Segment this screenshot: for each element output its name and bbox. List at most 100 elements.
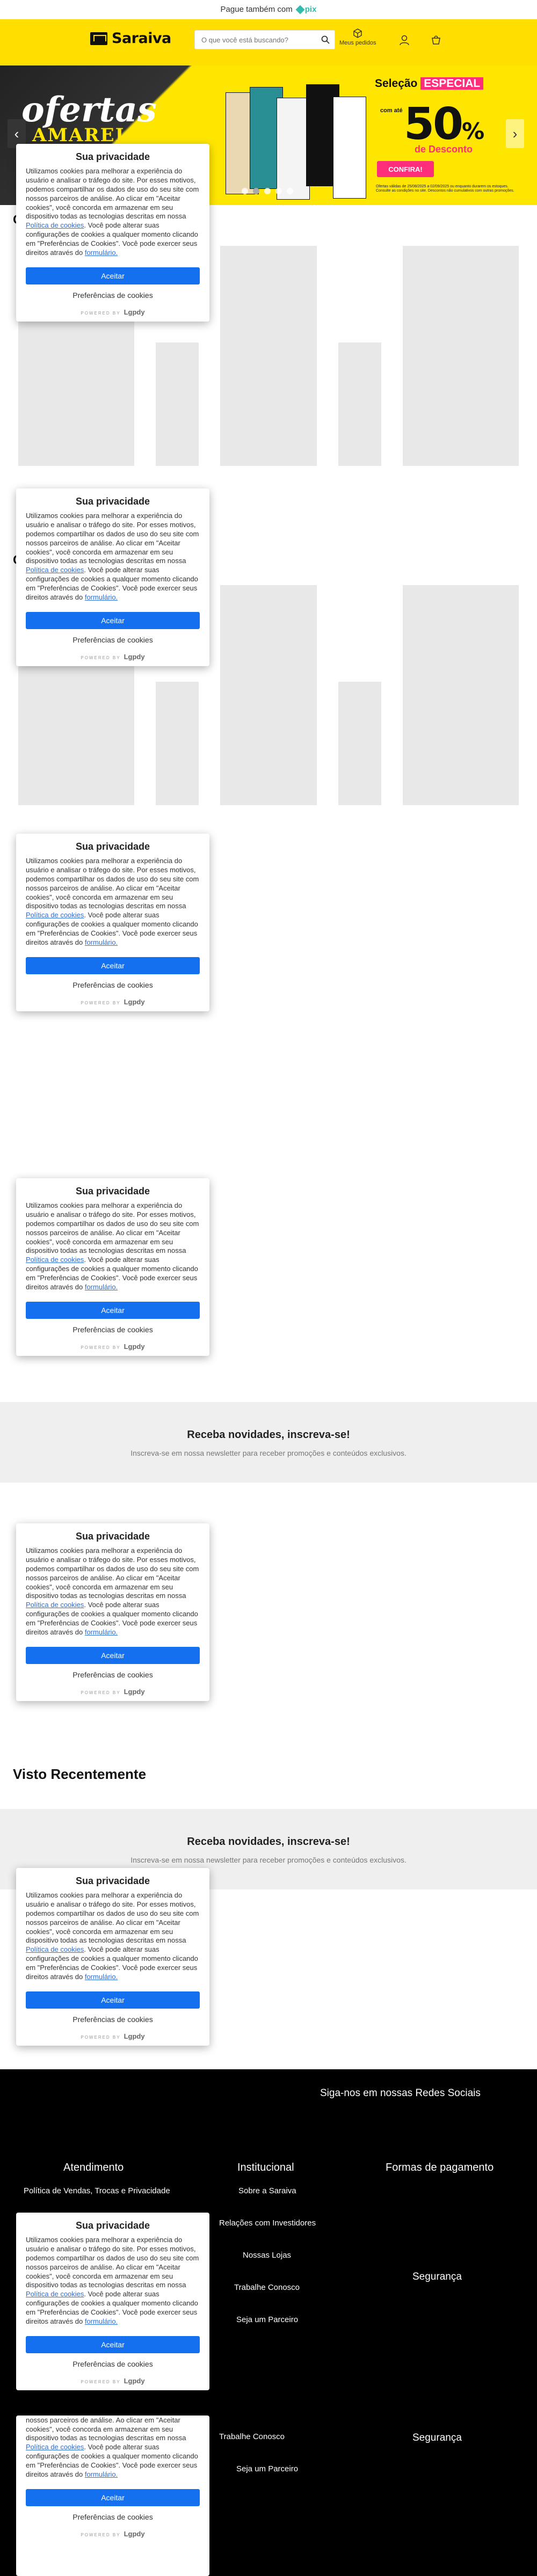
careers-link[interactable]: Trabalhe Conosco	[234, 2283, 300, 2292]
partner-link[interactable]: Seja um Parceiro	[236, 2464, 298, 2473]
banner-books	[226, 82, 371, 200]
cookie-accept-button[interactable]: Aceitar	[26, 1991, 200, 2009]
powered-by-text: POWERED BY	[81, 1690, 121, 1695]
cookie-preferences-button[interactable]: Preferências de cookies	[26, 2513, 200, 2521]
cookie-preferences-button[interactable]: Preferências de cookies	[26, 2360, 200, 2368]
orders-button[interactable]: Meus pedidos	[339, 28, 376, 46]
security-heading: Segurança	[412, 2432, 462, 2443]
investors-link[interactable]: Relações com Investidores	[219, 2219, 316, 2228]
cookie-form-link[interactable]: formulário.	[85, 249, 118, 257]
search-input[interactable]	[195, 31, 316, 49]
cookie-accept-button[interactable]: Aceitar	[26, 1301, 200, 1319]
cookie-body: Utilizamos cookies para melhorar a exper…	[26, 2416, 200, 2479]
stores-link[interactable]: Nossas Lojas	[243, 2251, 291, 2260]
pix-top-bar: Pague também com pix	[0, 0, 537, 19]
cookie-title: Sua privacidade	[75, 496, 150, 507]
cookie-body: Utilizamos cookies para melhorar a exper…	[26, 1201, 200, 1292]
saraiva-logo-icon	[90, 32, 107, 45]
social-heading: Siga-nos em nossas Redes Sociais	[320, 2088, 481, 2099]
cookie-body-text: Utilizamos cookies para melhorar a exper…	[26, 167, 199, 221]
cookie-preferences-button[interactable]: Preferências de cookies	[26, 981, 200, 989]
cookie-powered-by: POWERED BY Lgpdy	[26, 2377, 200, 2385]
powered-by-text: POWERED BY	[81, 1345, 121, 1350]
cookie-body: Utilizamos cookies para melhorar a exper…	[26, 512, 200, 602]
banner-confira-button[interactable]: CONFIRA!	[377, 161, 434, 177]
banner-selection-highlight: ESPECIAL	[420, 77, 484, 90]
banner-amarelas: AMARELAS	[32, 125, 159, 146]
cookie-policy-link[interactable]: Política de cookies	[26, 1256, 84, 1264]
cookie-accept-button[interactable]: Aceitar	[26, 611, 200, 629]
box-icon	[353, 28, 362, 38]
cookie-body-text: Utilizamos cookies para melhorar a exper…	[26, 2416, 186, 2442]
security-heading: Segurança	[412, 2271, 462, 2282]
carousel-next-button[interactable]: ›	[506, 119, 524, 148]
cookie-title: Sua privacidade	[75, 2220, 150, 2231]
cookie-preferences-button[interactable]: Preferências de cookies	[26, 1670, 200, 1679]
pix-label: pix	[304, 5, 317, 14]
newsletter-subtitle: Inscreva-se em nossa newsletter para rec…	[130, 1449, 407, 1457]
cookie-form-link[interactable]: formulário.	[85, 1973, 118, 1981]
placeholder-gap	[317, 585, 338, 805]
cookie-preferences-button[interactable]: Preferências de cookies	[26, 2015, 200, 2024]
cookie-consent-modal: Sua privacidade Utilizamos cookies para …	[16, 488, 209, 666]
cookie-preferences-button[interactable]: Preferências de cookies	[26, 636, 200, 644]
cookie-body-text: Utilizamos cookies para melhorar a exper…	[26, 1201, 199, 1255]
pix-icon	[295, 5, 305, 14]
cookie-accept-button[interactable]: Aceitar	[26, 2336, 200, 2353]
cookie-form-link[interactable]: formulário.	[85, 2317, 118, 2325]
cookie-powered-by: POWERED BY Lgpdy	[26, 1688, 200, 1696]
banner-selection: Seleção	[375, 77, 418, 90]
placeholder-notch	[338, 585, 381, 682]
lgpdy-logo: Lgpdy	[124, 1687, 145, 1696]
carousel-dot[interactable]	[275, 188, 282, 194]
cookie-body-text: Utilizamos cookies para melhorar a exper…	[26, 1891, 199, 1945]
cookie-consent-modal: Sua privacidade Utilizamos cookies para …	[16, 1868, 209, 2046]
cookie-policy-link[interactable]: Política de cookies	[26, 1945, 84, 1953]
careers-link[interactable]: Trabalhe Conosco	[219, 2432, 285, 2441]
carousel-dot[interactable]	[242, 188, 248, 194]
cookie-body: Utilizamos cookies para melhorar a exper…	[26, 857, 200, 947]
cookie-powered-by: POWERED BY Lgpdy	[26, 1342, 200, 1351]
cookie-accept-button[interactable]: Aceitar	[26, 2489, 200, 2506]
book-cover	[277, 98, 310, 200]
cookie-title: Sua privacidade	[75, 1876, 150, 1886]
about-link[interactable]: Sobre a Saraiva	[238, 2186, 296, 2195]
carousel-dot[interactable]	[287, 188, 293, 194]
cookie-form-link[interactable]: formulário.	[85, 1628, 118, 1636]
search-icon[interactable]	[316, 31, 335, 49]
cookie-policy-link[interactable]: Política de cookies	[26, 2443, 84, 2451]
lgpdy-logo: Lgpdy	[124, 308, 145, 316]
cookie-policy-link[interactable]: Política de cookies	[26, 566, 84, 574]
lgpdy-logo: Lgpdy	[124, 1342, 145, 1351]
cookie-form-link[interactable]: formulário.	[85, 938, 118, 946]
user-icon[interactable]	[398, 34, 410, 46]
cookie-policy-link[interactable]: Política de cookies	[26, 2290, 84, 2298]
saraiva-logo[interactable]: Saraiva	[90, 30, 171, 47]
policy-link[interactable]: Política de Vendas, Trocas e Privacidade	[24, 2186, 170, 2195]
cookie-form-link[interactable]: formulário.	[85, 593, 118, 601]
cookie-accept-button[interactable]: Aceitar	[26, 267, 200, 284]
cookie-powered-by: POWERED BY Lgpdy	[26, 308, 200, 316]
partner-link[interactable]: Seja um Parceiro	[236, 2315, 298, 2324]
cart-icon[interactable]	[430, 33, 442, 46]
cookie-policy-link[interactable]: Política de cookies	[26, 1601, 84, 1609]
cookie-policy-link[interactable]: Política de cookies	[26, 221, 84, 229]
carousel-dots	[242, 188, 293, 194]
banner-ofertas: ofertas	[21, 90, 157, 130]
cookie-preferences-button[interactable]: Preferências de cookies	[26, 291, 200, 300]
cookie-accept-button[interactable]: Aceitar	[26, 957, 200, 974]
lgpdy-logo: Lgpdy	[124, 652, 145, 661]
cookie-consent-modal: Sua privacidade Utilizamos cookies para …	[16, 1178, 209, 1356]
cookie-preferences-button[interactable]: Preferências de cookies	[26, 1325, 200, 1334]
cookie-form-link[interactable]: formulário.	[85, 2470, 118, 2478]
placeholder-gap	[381, 246, 403, 466]
cookie-form-link[interactable]: formulário.	[85, 1283, 118, 1291]
placeholder-gap	[381, 585, 403, 805]
cookie-policy-link[interactable]: Política de cookies	[26, 911, 84, 919]
banner-com-ate: com até	[380, 107, 403, 114]
carousel-dot[interactable]	[253, 188, 259, 194]
cookie-accept-button[interactable]: Aceitar	[26, 1646, 200, 1664]
newsletter-title: Receba novidades, inscreva-se!	[187, 1836, 350, 1848]
header: Saraiva Meus pedidos	[0, 19, 537, 65]
carousel-dot[interactable]	[264, 188, 271, 194]
